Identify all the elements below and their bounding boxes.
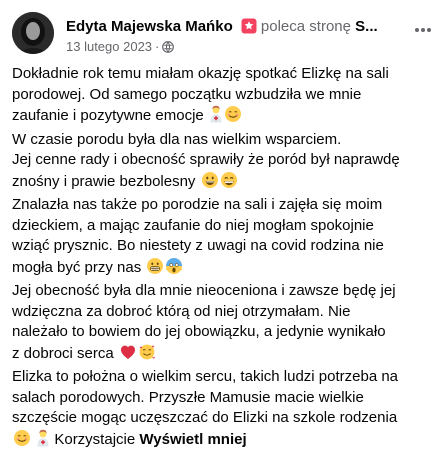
post-text-line: Elizka to położna o wielkim sercu, takic… [12, 367, 438, 388]
post-text: Jej cenne rady i obecność sprawiły że po… [12, 151, 400, 168]
post-text: zaufanie i pozytywne emocje [12, 107, 204, 124]
post-text-line: szczęście mogąc uczęszczać do Elizki na … [12, 408, 438, 429]
post-text-line: salach porodowych. Przyszłe Mamusie maci… [12, 388, 438, 409]
avatar-photo-icon [12, 12, 54, 54]
post-card: Edyta Majewska Mańko poleca stronę S... … [0, 0, 447, 469]
recommendation-icon [241, 18, 257, 39]
smiling-hearts-face-emoji [138, 343, 156, 368]
post-text-line: Znalazła nas także po porodzie na sali i… [12, 195, 438, 216]
post-text-line: porodowej. Od samego początku wzbudziła … [12, 85, 438, 106]
see-less-button[interactable]: Wyświetl mniej [139, 431, 246, 448]
post-date[interactable]: 13 lutego 2023 [66, 39, 152, 54]
recommends-text: poleca stronę [260, 18, 351, 35]
red-heart-emoji [119, 343, 137, 368]
more-options-button[interactable] [411, 20, 435, 40]
smiling-face-emoji [13, 429, 31, 454]
post-text-line: dzieckiem, a mając zaufanie do niej mogł… [12, 216, 438, 237]
author-name[interactable]: Edyta Majewska Mańko [66, 18, 233, 35]
author-line: Edyta Majewska Mańko poleca stronę S... [66, 17, 401, 39]
post-text: wziąć prysznic. Bo niestety z uwagi na c… [12, 237, 384, 254]
post-text: Jej obecność była dla mnie nieoceniona i… [12, 282, 396, 299]
post-text-line: Dokładnie rok temu miałam okazję spotkać… [12, 64, 438, 85]
post-text-line: znośny i prawie bezbolesny [12, 171, 438, 196]
post-header: Edyta Majewska Mańko poleca stronę S... … [12, 8, 435, 60]
post-text: szczęście mogąc uczęszczać do Elizki na … [12, 409, 398, 426]
screaming-face-emoji [165, 257, 183, 282]
woman-health-worker-emoji [209, 105, 223, 130]
post-text-line: mogła być przy nas [12, 257, 438, 282]
grinning-face-emoji [201, 171, 219, 196]
post-text: porodowej. Od samego początku wzbudziła … [12, 85, 362, 103]
grimacing-face-emoji [146, 257, 164, 282]
post-text: Elizka to położna o wielkim sercu, takic… [12, 368, 399, 385]
post-body: Dokładnie rok temu miałam okazję spotkać… [12, 64, 438, 453]
smiling-face-emoji [224, 105, 242, 130]
post-text-line: wziąć prysznic. Bo niestety z uwagi na c… [12, 236, 438, 257]
post-text: Znalazła nas także po porodzie na sali i… [12, 196, 383, 213]
post-text-line: zaufanie i pozytywne emocje [12, 105, 438, 130]
post-text: mogła być przy nas [12, 258, 142, 276]
post-text-line: Korzystajcie Wyświetl mniej [12, 429, 438, 454]
post-text: należało to bowiem do jej obowiązku, a j… [12, 323, 386, 340]
meta-separator: · [155, 39, 160, 54]
post-text-line: należało to bowiem do jej obowiązku, a j… [12, 322, 438, 343]
more-dots-icon [415, 28, 431, 32]
globe-icon [162, 41, 175, 57]
post-text: Korzystajcie [54, 430, 136, 448]
post-text-line: wdzięczna za dobroć którą od niej otrzym… [12, 302, 438, 323]
post-text-line: Jej obecność była dla mnie nieoceniona i… [12, 281, 438, 302]
post-text-line: W czasie porodu była dla nas wielkim wsp… [12, 130, 438, 151]
post-text: W czasie porodu była dla nas wielkim wsp… [12, 130, 342, 148]
post-text: znośny i prawie bezbolesny [12, 172, 196, 190]
post-text-line: Jej cenne rady i obecność sprawiły że po… [12, 150, 438, 171]
beaming-face-emoji [220, 171, 238, 196]
post-text: dzieckiem, a mając zaufanie do niej mogł… [12, 216, 374, 234]
post-text: Dokładnie rok temu miałam okazję spotkać… [12, 65, 389, 82]
post-meta: 13 lutego 2023 · [66, 39, 175, 57]
post-text-line: z dobroci serca [12, 343, 438, 368]
post-text: wdzięczna za dobroć którą od niej otrzym… [12, 302, 351, 320]
avatar[interactable] [12, 12, 54, 54]
post-text: z dobroci serca [12, 344, 114, 362]
recommended-page-name[interactable]: S... [355, 18, 378, 35]
woman-health-worker-emoji [36, 429, 50, 454]
post-text: salach porodowych. Przyszłe Mamusie maci… [12, 388, 364, 406]
